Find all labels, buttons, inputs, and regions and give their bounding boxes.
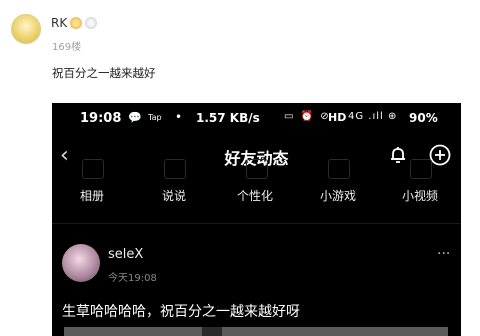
video-icon — [410, 159, 432, 179]
post-username[interactable]: seleX — [108, 247, 143, 262]
floor-number: 169楼 — [52, 42, 82, 53]
fan-badge-icon — [85, 17, 97, 29]
system-icons: ▭ ⏰ ⊘ — [284, 111, 331, 122]
post-image-detail — [202, 327, 222, 336]
tab-personalize[interactable]: 个性化 — [237, 187, 273, 204]
tab-album[interactable]: 相册 — [80, 187, 104, 204]
tab-shortvideo[interactable]: 小视频 — [402, 187, 438, 204]
post-time: 今天19:08 — [108, 273, 157, 284]
level-badge-icon — [70, 17, 82, 29]
notification-dot-icon: • — [175, 110, 183, 124]
bell-icon[interactable] — [388, 145, 408, 165]
status-time: 19:08 — [80, 111, 122, 126]
more-options-icon[interactable]: ··· — [437, 246, 450, 262]
tab-minigame[interactable]: 小游戏 — [320, 187, 356, 204]
network-speed: 1.57 KB/s — [196, 111, 260, 125]
status-bar: 19:08 💬 Tap • 1.57 KB/s ▭ ⏰ ⊘ HD 4G .ıll… — [52, 109, 461, 129]
network-signal-icon: 4G .ıll ⊕ — [348, 111, 398, 122]
wechat-icon: 💬 — [128, 111, 142, 124]
tap-label: Tap — [148, 113, 162, 122]
album-icon — [82, 159, 104, 179]
game-icon — [328, 159, 350, 179]
personalize-icon — [246, 159, 268, 179]
post-avatar[interactable] — [62, 244, 100, 282]
avatar[interactable] — [11, 14, 41, 44]
divider — [52, 223, 461, 224]
comment-username[interactable]: RK — [51, 16, 67, 30]
tab-talk[interactable]: 说说 — [162, 187, 186, 204]
post-text: 生草哈哈哈哈，祝百分之一越来越好呀 — [62, 304, 300, 320]
add-circle-icon[interactable] — [429, 144, 451, 166]
hd-label: HD — [328, 111, 347, 124]
comment-text: 祝百分之一越来越好 — [52, 66, 156, 80]
talk-icon — [164, 159, 186, 179]
battery-percent: 90% — [409, 111, 438, 125]
feature-tabs: 相册 说说 个性化 小游戏 小视频 — [52, 159, 461, 205]
phone-screenshot[interactable]: 19:08 💬 Tap • 1.57 KB/s ▭ ⏰ ⊘ HD 4G .ıll… — [52, 103, 461, 336]
post-image[interactable] — [64, 327, 448, 336]
